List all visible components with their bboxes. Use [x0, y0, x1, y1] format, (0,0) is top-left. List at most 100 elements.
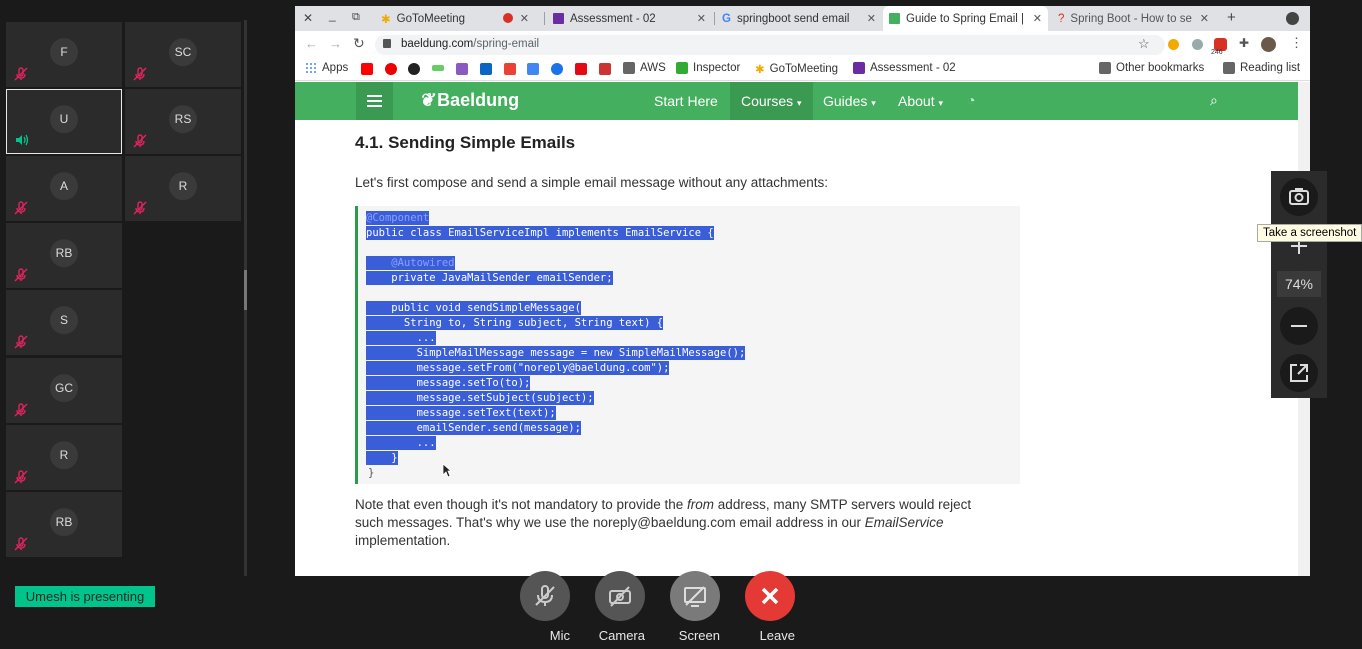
tab-google-search[interactable]: G springboot send email ✕	[716, 6, 882, 31]
linkedin-icon[interactable]	[480, 63, 492, 75]
zoom-out-button[interactable]	[1280, 307, 1318, 345]
participant-tile[interactable]: SC	[125, 22, 241, 87]
participant-tile[interactable]: A	[6, 156, 122, 221]
baeldung-icon	[889, 13, 900, 24]
github-icon[interactable]	[408, 63, 420, 75]
nav-label: About	[898, 93, 935, 109]
tab-assessment[interactable]: Assessment - 02 ✕	[547, 6, 712, 31]
puzzle-icon[interactable]: ✚	[1239, 36, 1249, 50]
tab-title: springboot send email	[736, 12, 850, 25]
mic-muted-icon	[14, 537, 28, 551]
participant-avatar: RS	[169, 104, 197, 133]
close-tab-icon[interactable]: ✕	[867, 12, 876, 25]
leave-label: Leave	[759, 628, 795, 643]
code-line: ...	[366, 331, 436, 345]
extension-icon[interactable]	[1192, 39, 1203, 50]
note-emphasis: from	[687, 497, 715, 512]
participant-tile[interactable]: RB	[6, 223, 122, 288]
participant-tile[interactable]: RB	[6, 492, 122, 557]
restore-icon[interactable]: ⧉	[352, 11, 360, 24]
bookmark-label: Other bookmarks	[1116, 62, 1205, 74]
hamburger-menu-icon[interactable]	[356, 82, 393, 120]
minimize-icon[interactable]: _	[329, 8, 336, 22]
close-icon[interactable]: ✕	[303, 11, 313, 25]
screenshot-button[interactable]	[1280, 178, 1318, 216]
code-line: emailSender.send(message);	[366, 421, 581, 435]
camera-control[interactable]: Camera	[595, 571, 645, 645]
new-tab-icon[interactable]: +	[1227, 9, 1236, 26]
folder-icon	[623, 62, 635, 74]
reading-list[interactable]: Reading list	[1223, 62, 1300, 74]
bookmark-icon[interactable]	[599, 63, 611, 75]
participant-tile[interactable]: R	[6, 425, 122, 490]
mic-muted-icon	[14, 335, 28, 349]
panel-resize-handle[interactable]	[244, 270, 247, 310]
mic-control[interactable]: Mic	[520, 571, 570, 645]
youtube-icon[interactable]	[361, 63, 373, 75]
camera-off-icon	[609, 586, 631, 607]
alert-icon[interactable]	[385, 63, 397, 75]
apps-icon	[305, 62, 317, 74]
participant-tile[interactable]: S	[6, 290, 122, 355]
forward-icon[interactable]: →	[329, 36, 342, 51]
tab-spring-boot[interactable]: ? Spring Boot - How to se ✕	[1052, 6, 1215, 31]
intro-text: Let's first compose and send a simple em…	[355, 175, 829, 190]
bookmark-inspector[interactable]: Inspector	[676, 62, 740, 74]
camera-button[interactable]	[595, 571, 645, 621]
chevron-down-icon: ▾	[797, 98, 802, 108]
gmail-icon[interactable]	[504, 63, 516, 75]
tab-gotomeeting[interactable]: ✱ GoToMeeting ✕	[375, 6, 535, 31]
other-bookmarks[interactable]: Other bookmarks	[1099, 62, 1204, 74]
extension-icon[interactable]	[1168, 39, 1179, 50]
bookmark-apps[interactable]: Apps	[305, 62, 348, 74]
reload-icon[interactable]: ↻	[353, 35, 365, 52]
leave-button[interactable]	[745, 571, 795, 621]
camera-label: Camera	[598, 628, 645, 643]
mic-muted-icon	[14, 403, 28, 417]
leave-control[interactable]: Leave	[745, 571, 795, 645]
presenter-toolbar: 74%	[1271, 171, 1327, 398]
bookmark-gotomeeting[interactable]: ✱ GoToMeeting	[755, 62, 838, 76]
close-tab-icon[interactable]: ✕	[697, 12, 706, 25]
rss-icon[interactable]: ◔	[967, 92, 975, 108]
tab-guide-spring-email[interactable]: Guide to Spring Email | ✕	[883, 6, 1048, 31]
code-line: }	[368, 467, 375, 479]
profile-avatar[interactable]	[1261, 37, 1276, 52]
nav-guides[interactable]: Guides ▾	[823, 93, 876, 109]
code-block[interactable]: @Component public class EmailServiceImpl …	[355, 206, 1020, 484]
menu-icon[interactable]: ⋮	[1290, 35, 1303, 51]
chevron-down-icon: ▾	[938, 98, 944, 108]
code-line: message.setSubject(subject);	[366, 391, 594, 405]
pop-out-button[interactable]	[1280, 354, 1318, 392]
code-line: SimpleMailMessage message = new SimpleMa…	[366, 346, 746, 360]
bookmark-assessment[interactable]: Assessment - 02	[853, 62, 956, 74]
meeting-window: F SC U RS A R RB S GC R RB Umesh is presenting ✕ _…	[0, 0, 1362, 649]
nav-start-here[interactable]: Start Here	[654, 93, 718, 109]
participant-tile[interactable]: F	[6, 22, 122, 87]
star-icon[interactable]: ☆	[1138, 36, 1150, 52]
screen-button[interactable]	[670, 571, 720, 621]
mic-button[interactable]	[520, 571, 570, 621]
close-tab-icon[interactable]: ✕	[1033, 12, 1042, 25]
bookmark-aws[interactable]: AWS	[623, 62, 666, 74]
play-icon[interactable]	[551, 63, 563, 75]
participant-tile[interactable]: R	[125, 156, 241, 221]
close-tab-icon[interactable]: ✕	[1200, 12, 1209, 25]
code-line: String to, String subject, String text) …	[366, 316, 664, 330]
nav-courses[interactable]: Courses ▾	[730, 82, 813, 120]
bookmark-label: GoToMeeting	[769, 63, 839, 75]
translate-icon[interactable]	[527, 63, 539, 75]
back-icon[interactable]: ←	[305, 36, 318, 51]
tab-search-icon[interactable]	[1286, 12, 1299, 25]
bookmark-icon[interactable]	[432, 65, 444, 71]
screen-control[interactable]: Screen	[670, 571, 720, 645]
participant-tile[interactable]: U	[6, 89, 122, 154]
close-tab-icon[interactable]: ✕	[520, 12, 529, 25]
nav-about[interactable]: About ▾	[898, 93, 943, 109]
participant-tile[interactable]: RS	[125, 89, 241, 154]
site-logo[interactable]: ❦ Baeldung	[419, 90, 519, 111]
netflix-icon[interactable]	[575, 63, 587, 75]
search-icon[interactable]: ⌕	[1210, 92, 1218, 109]
bookmark-icon[interactable]	[456, 63, 468, 75]
participant-tile[interactable]: GC	[6, 358, 122, 423]
